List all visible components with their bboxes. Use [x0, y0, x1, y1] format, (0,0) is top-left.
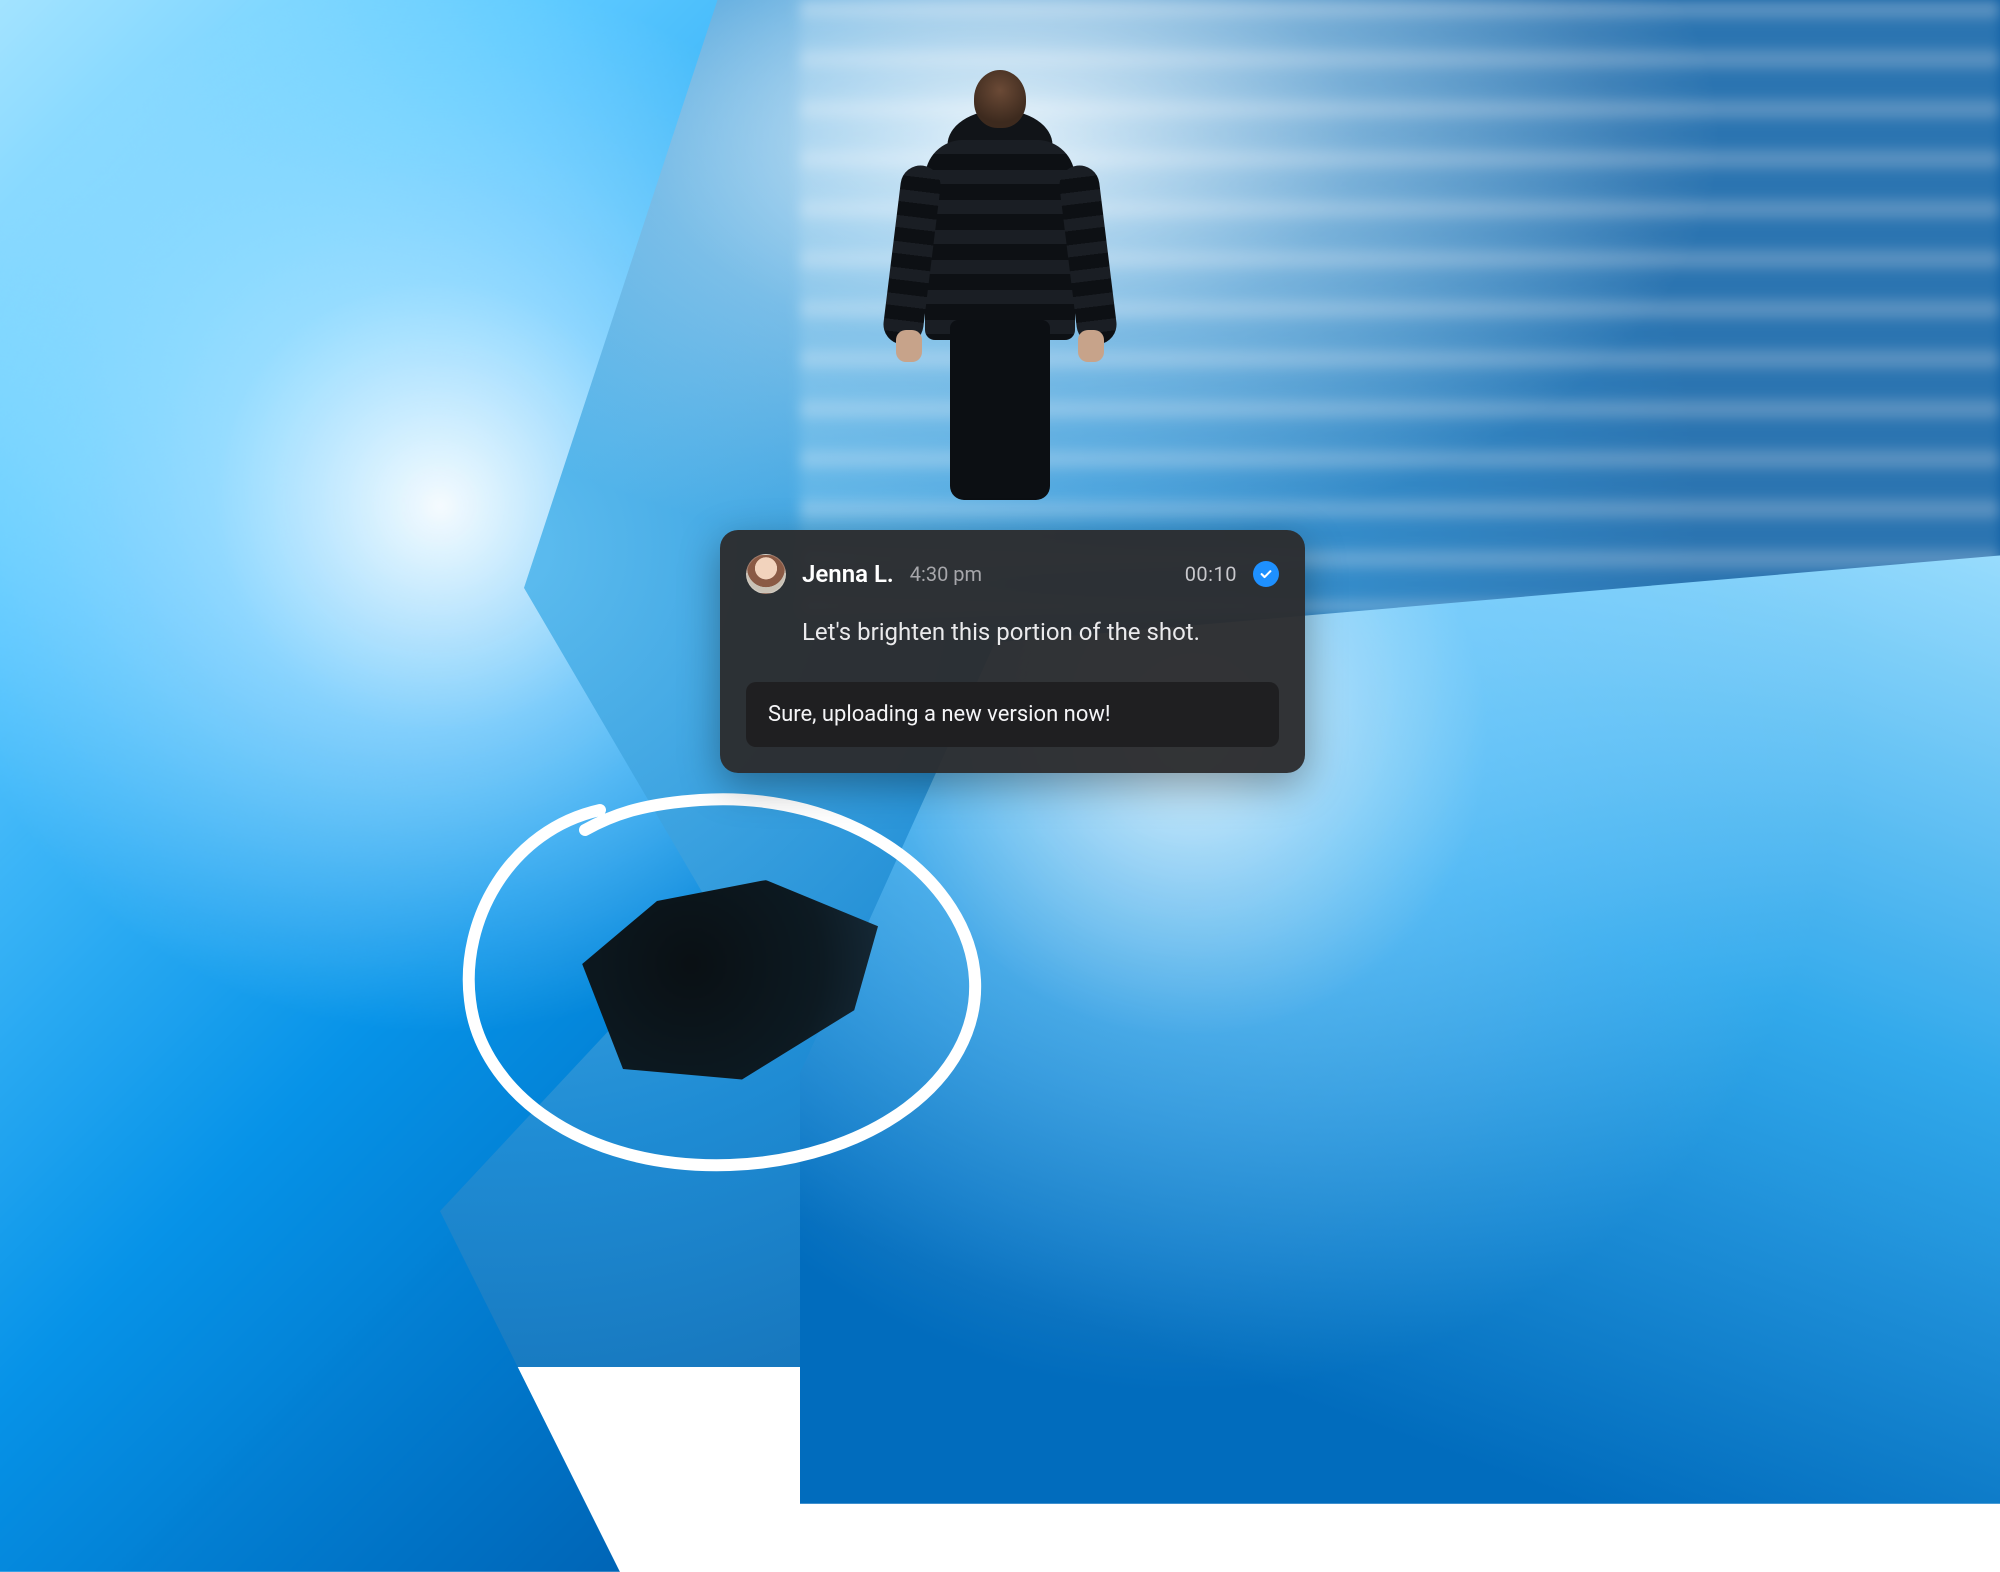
comment-card: Jenna L. 4:30 pm 00:10 Let's brighten th… [720, 530, 1305, 773]
person-silhouette [890, 70, 1110, 500]
comment-body: Let's brighten this portion of the shot. [746, 616, 1279, 650]
comment-timecode[interactable]: 00:10 [1185, 562, 1237, 586]
comment-header: Jenna L. 4:30 pm 00:10 [746, 554, 1279, 594]
avatar[interactable] [746, 554, 786, 594]
reply-input[interactable] [746, 682, 1279, 747]
checkmark-icon [1259, 567, 1273, 581]
status-complete-badge[interactable] [1253, 561, 1279, 587]
comment-author: Jenna L. [802, 560, 894, 588]
comment-time: 4:30 pm [910, 562, 982, 586]
